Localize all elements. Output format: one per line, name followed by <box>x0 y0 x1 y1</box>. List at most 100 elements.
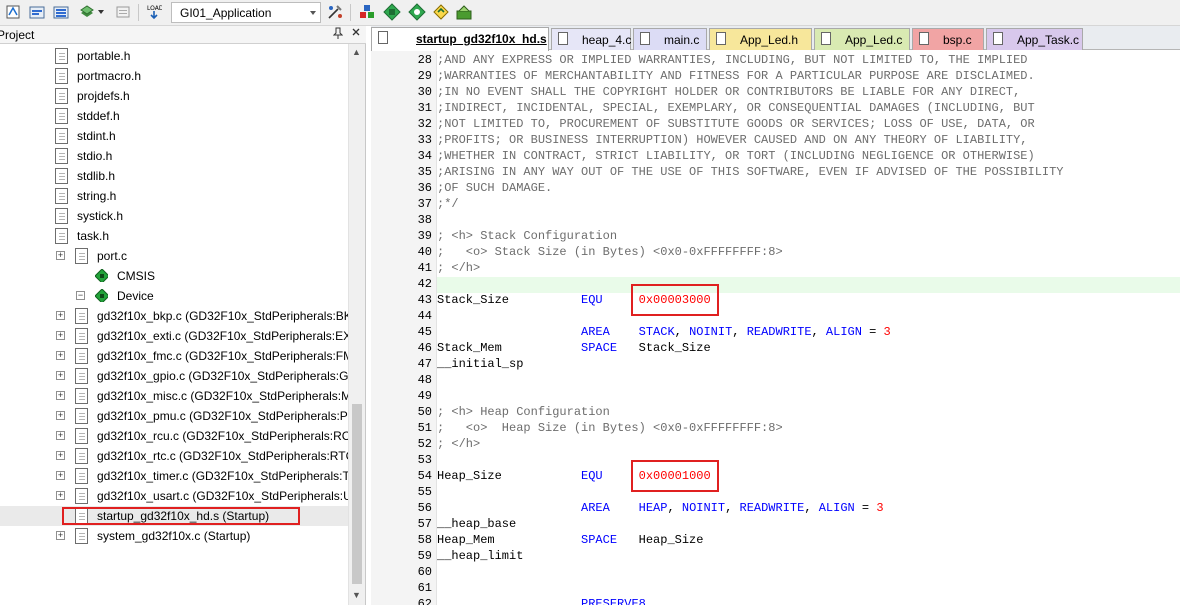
tree-file-item[interactable]: task.h <box>0 226 348 246</box>
close-icon[interactable] <box>351 27 361 40</box>
stop-build-icon[interactable] <box>114 3 132 21</box>
editor-tab[interactable]: App_Led.h <box>709 28 812 50</box>
tree-file-item[interactable]: + gd32f10x_rcu.c (GD32F10x_StdPeripherals… <box>0 426 348 446</box>
project-panel-header: Project <box>0 26 366 44</box>
code-area[interactable]: ;AND ANY EXPRESS OR IMPLIED WARRANTIES, … <box>437 51 1180 605</box>
file-icon <box>75 348 88 364</box>
translate-icon[interactable] <box>4 3 22 21</box>
tree-file-item[interactable]: stddef.h <box>0 106 348 126</box>
editor-tab[interactable]: main.c <box>633 28 707 50</box>
file-icon <box>55 68 68 84</box>
tree-file-item[interactable]: + gd32f10x_timer.c (GD32F10x_StdPeriphera… <box>0 466 348 486</box>
line-number: 33 <box>417 133 432 147</box>
tree-file-item[interactable]: string.h <box>0 186 348 206</box>
tree-file-item[interactable]: + gd32f10x_rtc.c (GD32F10x_StdPeripherals… <box>0 446 348 466</box>
collapse-icon[interactable]: − <box>76 291 85 300</box>
tree-item-label: gd32f10x_gpio.c (GD32F10x_StdPeripherals… <box>97 369 348 383</box>
expand-icon[interactable]: + <box>56 531 65 540</box>
build-icon[interactable] <box>28 3 46 21</box>
batch-build-icon[interactable] <box>78 3 96 21</box>
tree-file-item[interactable]: + port.c <box>0 246 348 266</box>
tree-file-item[interactable]: systick.h <box>0 206 348 226</box>
scroll-thumb[interactable] <box>352 404 362 584</box>
editor-tab[interactable]: startup_gd32f10x_hd.s <box>371 27 549 51</box>
pin-icon[interactable] <box>332 27 344 42</box>
editor-tab[interactable]: heap_4.c <box>551 28 631 50</box>
editor-tab[interactable]: App_Led.c <box>814 28 910 50</box>
code-token: ;INDIRECT, INCIDENTAL, SPECIAL, EXEMPLAR… <box>437 101 1035 115</box>
expand-icon[interactable]: + <box>56 451 65 460</box>
tree-file-item[interactable]: stdint.h <box>0 126 348 146</box>
code-line: ;PROFITS; OR BUSINESS INTERRUPTION) HOWE… <box>437 133 1180 149</box>
pack-installer-alt-icon[interactable] <box>455 3 473 21</box>
scroll-up-icon[interactable]: ▲ <box>352 47 361 57</box>
tree-file-item[interactable]: portmacro.h <box>0 66 348 86</box>
tree-file-item[interactable]: stdlib.h <box>0 166 348 186</box>
line-number: 31 <box>417 101 432 115</box>
expand-icon[interactable]: + <box>56 431 65 440</box>
rebuild-icon[interactable] <box>52 3 70 21</box>
code-token: Stack_Mem <box>437 341 582 355</box>
code-line: __heap_limit <box>437 549 1180 565</box>
file-icon <box>993 32 1003 45</box>
code-token: ;IN NO EVENT SHALL THE COPYRIGHT HOLDER … <box>437 85 1021 99</box>
expand-icon[interactable]: + <box>56 311 65 320</box>
editor-tab-label: App_Task.c <box>1017 33 1080 47</box>
editor-tab[interactable]: App_Task.c <box>986 28 1083 50</box>
code-line: ;ARISING IN ANY WAY OUT OF THE USE OF TH… <box>437 165 1180 181</box>
file-icon <box>919 32 929 45</box>
code-line: ;*/ <box>437 197 1180 213</box>
expand-icon[interactable]: + <box>56 251 65 260</box>
target-select-dropdown[interactable] <box>305 3 321 22</box>
editor-tab[interactable]: bsp.c <box>912 28 984 50</box>
tree-file-item[interactable]: + gd32f10x_bkp.c (GD32F10x_StdPeripherals… <box>0 306 348 326</box>
manage-components-icon[interactable] <box>383 3 401 21</box>
scroll-down-icon[interactable]: ▼ <box>352 590 361 600</box>
select-packs-icon[interactable] <box>408 3 426 21</box>
component-icon <box>95 289 108 302</box>
tree-file-item[interactable]: + gd32f10x_misc.c (GD32F10x_StdPeripheral… <box>0 386 348 406</box>
code-token: SPACE <box>581 341 618 355</box>
tree-file-item[interactable]: + gd32f10x_exti.c (GD32F10x_StdPeripheral… <box>0 326 348 346</box>
batch-build-dropdown[interactable] <box>96 3 106 21</box>
tree-group[interactable]: CMSIS <box>0 266 348 286</box>
code-line: __heap_base <box>437 517 1180 533</box>
file-icon <box>55 88 68 104</box>
tree-file-item[interactable]: + gd32f10x_usart.c (GD32F10x_StdPeriphera… <box>0 486 348 506</box>
tree-file-item[interactable]: startup_gd32f10x_hd.s (Startup) <box>0 506 348 526</box>
expand-icon[interactable]: + <box>56 331 65 340</box>
code-token: ALIGN <box>825 325 862 339</box>
expand-icon[interactable]: + <box>56 371 65 380</box>
expand-icon[interactable]: + <box>56 391 65 400</box>
tree-group[interactable]: − Device <box>0 286 348 306</box>
line-number: 37 <box>417 197 432 211</box>
code-token: = <box>854 501 877 515</box>
project-tree-scrollbar[interactable]: ▲ ▼ <box>348 44 365 605</box>
tree-file-item[interactable]: + gd32f10x_gpio.c (GD32F10x_StdPeripheral… <box>0 366 348 386</box>
expand-icon[interactable]: + <box>56 471 65 480</box>
line-number: 39 <box>417 229 432 243</box>
tree-file-item[interactable]: + gd32f10x_fmc.c (GD32F10x_StdPeripherals… <box>0 346 348 366</box>
line-number: 62 <box>417 597 432 605</box>
highlight-box <box>62 507 300 525</box>
code-line: ;OF SUCH DAMAGE. <box>437 181 1180 197</box>
expand-icon[interactable]: + <box>56 411 65 420</box>
tree-file-item[interactable]: stdio.h <box>0 146 348 166</box>
pack-installer-icon[interactable] <box>432 3 450 21</box>
code-token: Heap_Mem <box>437 533 582 547</box>
file-extensions-icon[interactable] <box>358 3 376 21</box>
tree-file-item[interactable]: + system_gd32f10x.c (Startup) <box>0 526 348 546</box>
tree-file-item[interactable]: + gd32f10x_pmu.c (GD32F10x_StdPeripherals… <box>0 406 348 426</box>
expand-icon[interactable]: + <box>56 351 65 360</box>
code-token: HEAP <box>638 501 668 515</box>
tree-file-item[interactable]: portable.h <box>0 46 348 66</box>
download-icon[interactable]: LOAD <box>145 3 163 21</box>
tree-file-item[interactable]: projdefs.h <box>0 86 348 106</box>
target-select[interactable]: GI01_Application <box>171 2 321 23</box>
file-icon <box>75 388 88 404</box>
expand-icon[interactable]: + <box>56 491 65 500</box>
options-icon[interactable] <box>326 3 344 21</box>
